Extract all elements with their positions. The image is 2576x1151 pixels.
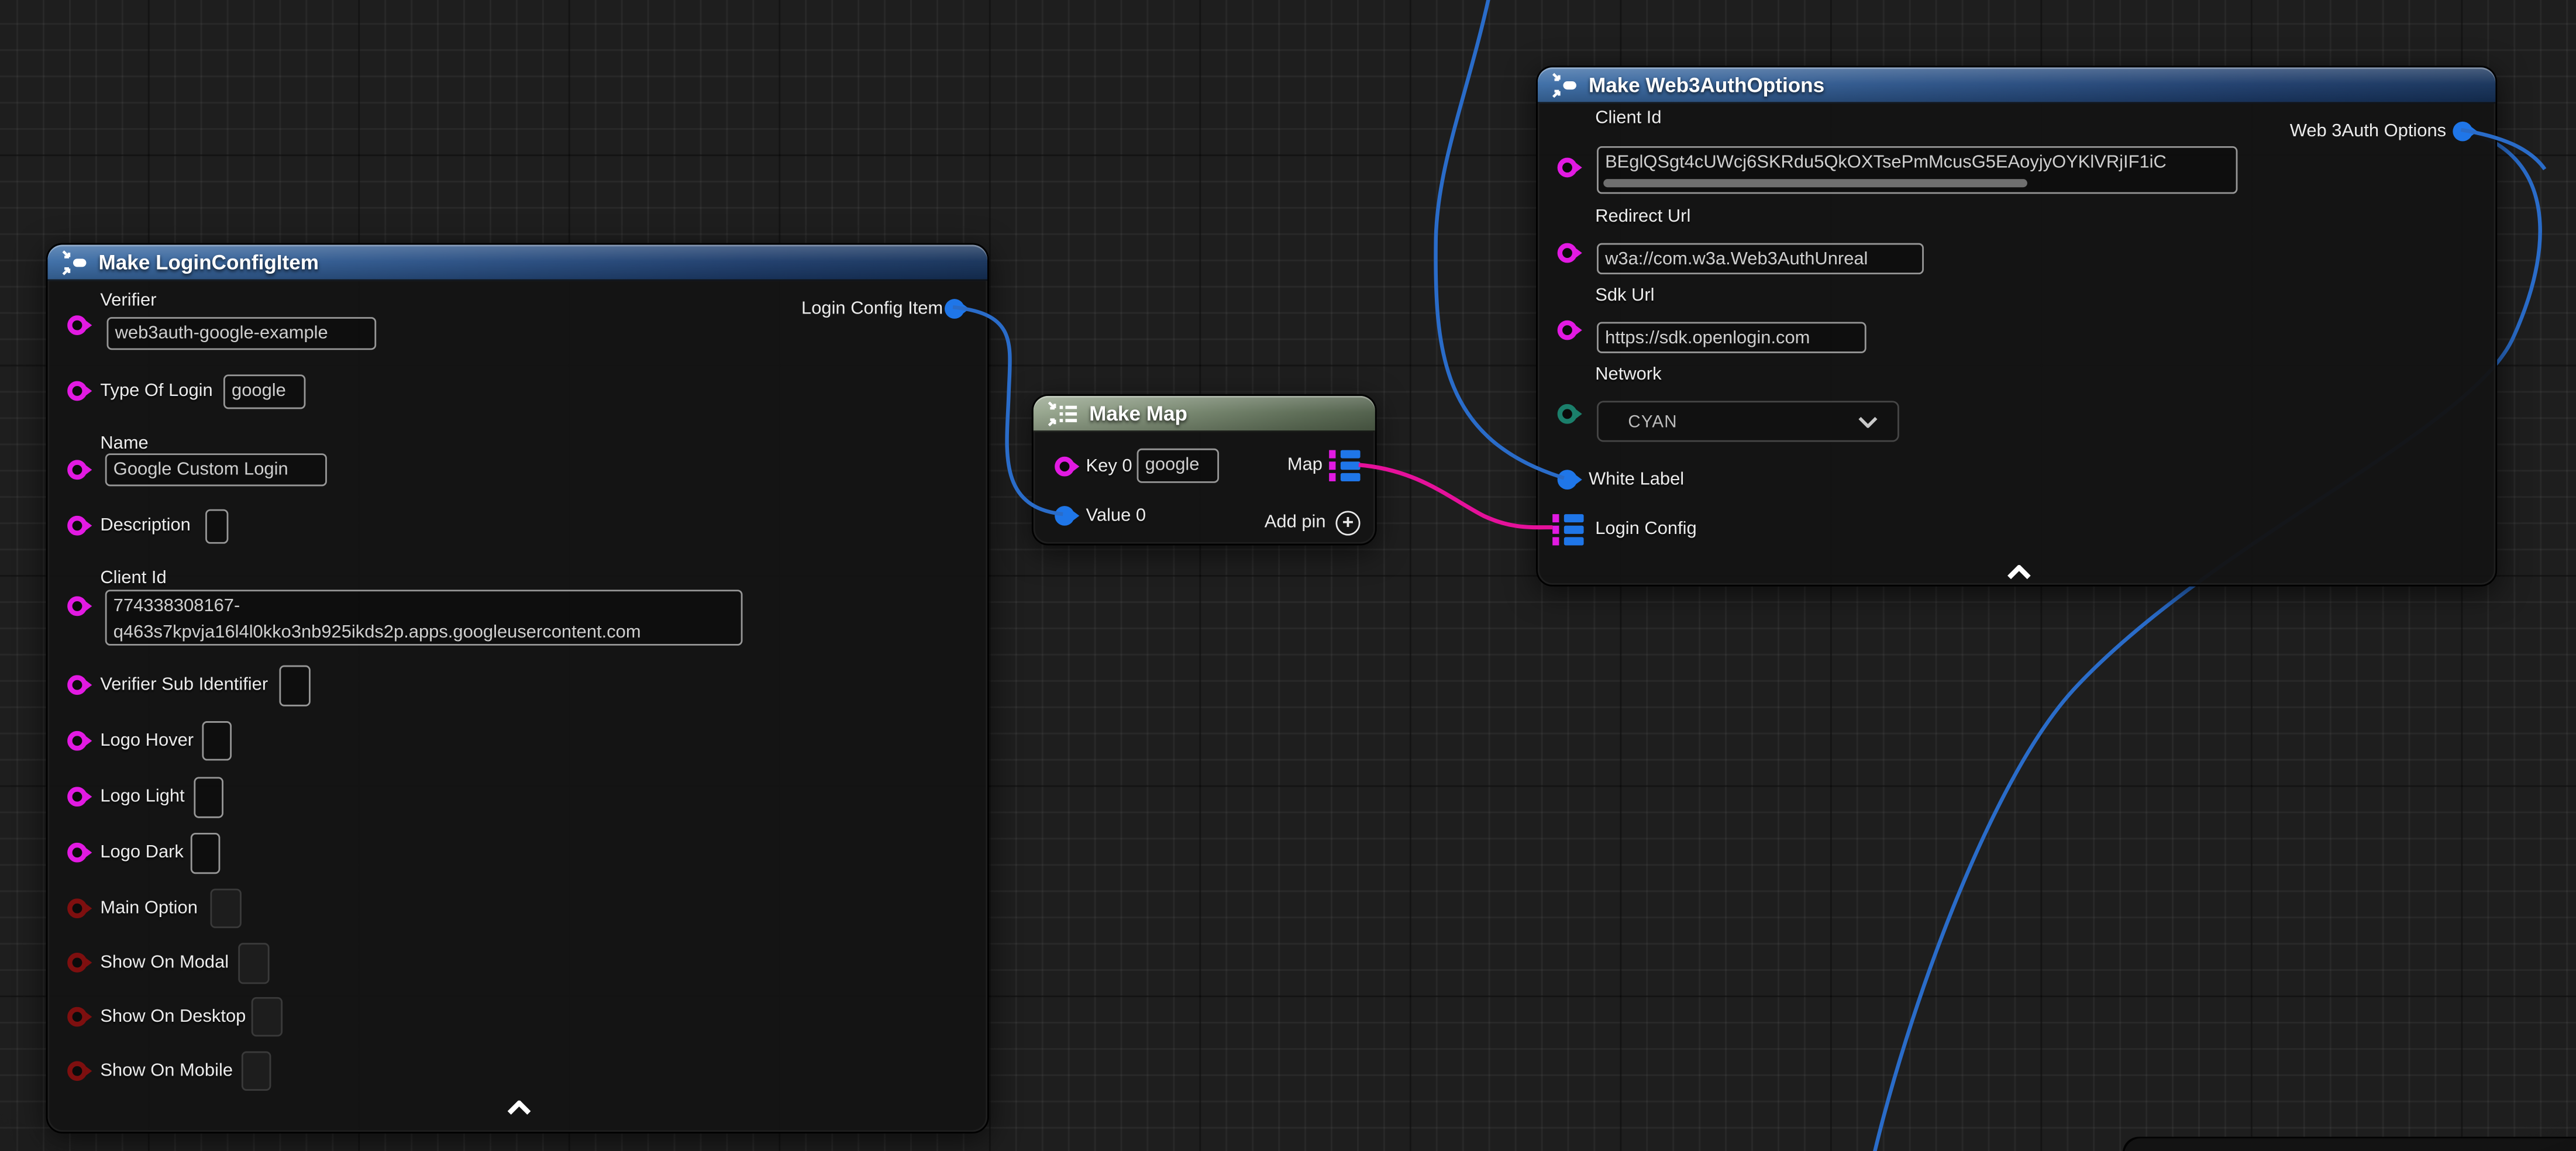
wire-off-screen-top-to-make-web3authoptions-white-label[interactable] (1435, 0, 1563, 478)
wire-make-loginconfigitem-login-config-item-to-make-map-value-0[interactable] (953, 307, 1063, 514)
wire-layer-over (0, 0, 2576, 1151)
wire-web-3auth-options-stub[interactable] (2461, 130, 2544, 169)
blueprint-graph-canvas: Make LoginConfigItem Verifierweb3auth-go… (0, 0, 2576, 1151)
wire-make-map-map-to-make-web3authoptions-login-config[interactable] (1359, 465, 1552, 528)
grid-background: Make LoginConfigItem Verifierweb3auth-go… (0, 0, 2576, 1151)
